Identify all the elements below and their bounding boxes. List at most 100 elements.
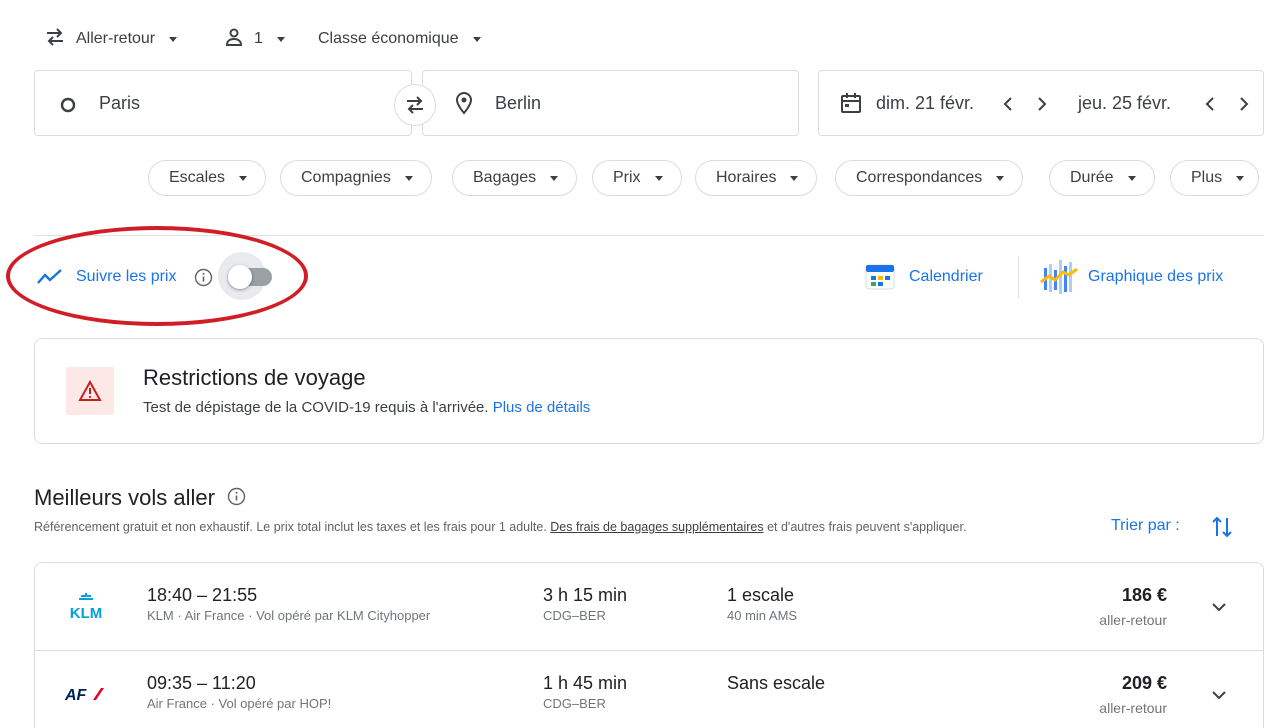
swap-arrows-icon <box>44 27 66 52</box>
restrictions-title: Restrictions de voyage <box>143 365 366 390</box>
disclaimer-text-end: et d'autres frais peuvent s'appliquer. <box>767 520 967 534</box>
filter-label: Escales <box>169 169 226 186</box>
filter-label: Correspondances <box>856 169 983 186</box>
passengers-select[interactable]: 1 <box>224 26 285 52</box>
flight-times: 09:35 – 11:20 <box>147 673 256 693</box>
baggage-fees-link[interactable]: Des frais de bagages supplémentaires <box>550 520 763 534</box>
location-pin-icon <box>453 91 475 122</box>
chevron-down-icon <box>1212 603 1226 612</box>
flight-carriers: KLM · Air France · Vol opéré par KLM Cit… <box>147 608 431 623</box>
price-graph-button[interactable]: Graphique des prix <box>1088 268 1223 286</box>
flight-price: 186 € <box>1121 585 1167 605</box>
warning-icon <box>66 367 114 415</box>
flight-duration: 3 h 15 min <box>543 585 628 605</box>
filter-price[interactable]: Prix <box>592 160 682 196</box>
flight-row[interactable]: AF 09:35 – 11:20 Air France · Vol opéré … <box>35 650 1263 728</box>
filter-label: Compagnies <box>301 169 391 186</box>
origin-circle-icon <box>60 97 76 118</box>
chevron-down-icon <box>996 175 1005 181</box>
flight-route: CDG–BER <box>543 696 606 711</box>
flight-price: 209 € <box>1121 673 1167 693</box>
chevron-down-icon <box>1236 175 1245 181</box>
best-flights-title: Meilleurs vols aller <box>34 485 246 512</box>
highlight-circle <box>6 226 308 326</box>
chevron-left-icon <box>1205 97 1214 111</box>
filter-times[interactable]: Horaires <box>695 160 818 196</box>
klm-logo: KLM <box>63 585 109 629</box>
flight-price-type: aller-retour <box>1099 612 1167 628</box>
flight-times: 18:40 – 21:55 <box>147 585 258 605</box>
results-title: Meilleurs vols aller <box>34 485 215 510</box>
filter-bags[interactable]: Bagages <box>452 160 578 196</box>
destination-value: Berlin <box>495 92 542 113</box>
flight-price-type: aller-retour <box>1099 700 1167 716</box>
svg-text:AF: AF <box>64 687 88 704</box>
flight-stops: 1 escale <box>727 585 795 605</box>
filter-duration[interactable]: Durée <box>1049 160 1155 196</box>
chevron-left-icon <box>1003 97 1012 111</box>
passengers-count: 1 <box>254 30 263 47</box>
calendar-icon <box>839 91 863 120</box>
cabin-class-label: Classe économique <box>318 30 459 47</box>
origin-value: Paris <box>99 92 141 113</box>
chevron-down-icon <box>1127 175 1136 181</box>
flight-stop-detail: 40 min AMS <box>727 608 798 623</box>
chevron-right-icon <box>1240 97 1249 111</box>
flight-route: CDG–BER <box>543 608 606 623</box>
chevron-right-icon <box>1038 97 1047 111</box>
chevron-down-icon <box>472 36 481 42</box>
filter-connections[interactable]: Correspondances <box>835 160 1024 196</box>
restrictions-text: Test de dépistage de la COVID-19 requis … <box>143 399 489 416</box>
travel-restrictions-card: Restrictions de voyage Test de dépistage… <box>34 338 1264 444</box>
chevron-down-icon <box>169 36 178 42</box>
swap-icon <box>407 96 423 114</box>
person-icon <box>224 27 244 52</box>
departure-date[interactable]: dim. 21 févr. <box>876 71 974 135</box>
filter-label: Durée <box>1070 169 1114 186</box>
chevron-down-icon <box>790 175 799 181</box>
flight-carriers: Air France · Vol opéré par HOP! <box>147 696 332 711</box>
svg-text:KLM: KLM <box>70 605 103 622</box>
destination-field[interactable]: Berlin <box>422 70 799 136</box>
filter-label: Bagages <box>473 169 537 186</box>
return-next-button[interactable] <box>1232 92 1256 116</box>
filter-label: Plus <box>1191 169 1223 186</box>
return-prev-button[interactable] <box>1198 92 1222 116</box>
filter-more[interactable]: Plus <box>1170 160 1260 196</box>
flight-row[interactable]: KLM 18:40 – 21:55 KLM · Air France · Vol… <box>35 563 1263 650</box>
filter-stops[interactable]: Escales <box>148 160 267 196</box>
cabin-class-select[interactable]: Classe économique <box>318 26 481 52</box>
sort-by-label[interactable]: Trier par : <box>1111 517 1180 535</box>
chevron-down-icon <box>239 175 248 181</box>
return-date[interactable]: jeu. 25 févr. <box>1078 71 1171 135</box>
calendar-view-icon <box>862 261 900 298</box>
disclaimer-text: Référencement gratuit et non exhaustif. … <box>34 520 547 534</box>
filter-airlines[interactable]: Compagnies <box>280 160 432 196</box>
expand-flight-button[interactable] <box>1207 683 1231 707</box>
flight-duration: 1 h 45 min <box>543 673 628 693</box>
more-details-link[interactable]: Plus de détails <box>493 399 591 416</box>
origin-field[interactable]: Paris <box>34 70 412 136</box>
chevron-down-icon <box>276 36 285 42</box>
divider <box>1018 256 1019 298</box>
chevron-down-icon <box>1212 691 1226 700</box>
departure-prev-button[interactable] <box>996 92 1020 116</box>
chevron-down-icon <box>550 175 559 181</box>
results-disclaimer: Référencement gratuit et non exhaustif. … <box>34 518 1044 537</box>
filter-label: Prix <box>613 169 641 186</box>
calendar-button[interactable]: Calendrier <box>909 268 983 286</box>
trip-type-label: Aller-retour <box>76 30 156 47</box>
sort-icon[interactable] <box>1210 514 1234 545</box>
swap-locations-button[interactable] <box>394 84 436 126</box>
chevron-down-icon <box>404 175 413 181</box>
departure-next-button[interactable] <box>1030 92 1054 116</box>
chevron-down-icon <box>654 175 663 181</box>
air-france-logo: AF <box>63 673 109 717</box>
filter-label: Horaires <box>716 169 777 186</box>
flights-list: KLM 18:40 – 21:55 KLM · Air France · Vol… <box>34 562 1264 728</box>
price-graph-icon <box>1038 256 1080 303</box>
expand-flight-button[interactable] <box>1207 595 1231 619</box>
flight-stops: Sans escale <box>727 673 826 693</box>
trip-type-select[interactable]: Aller-retour <box>44 26 178 52</box>
info-icon[interactable] <box>227 486 246 512</box>
